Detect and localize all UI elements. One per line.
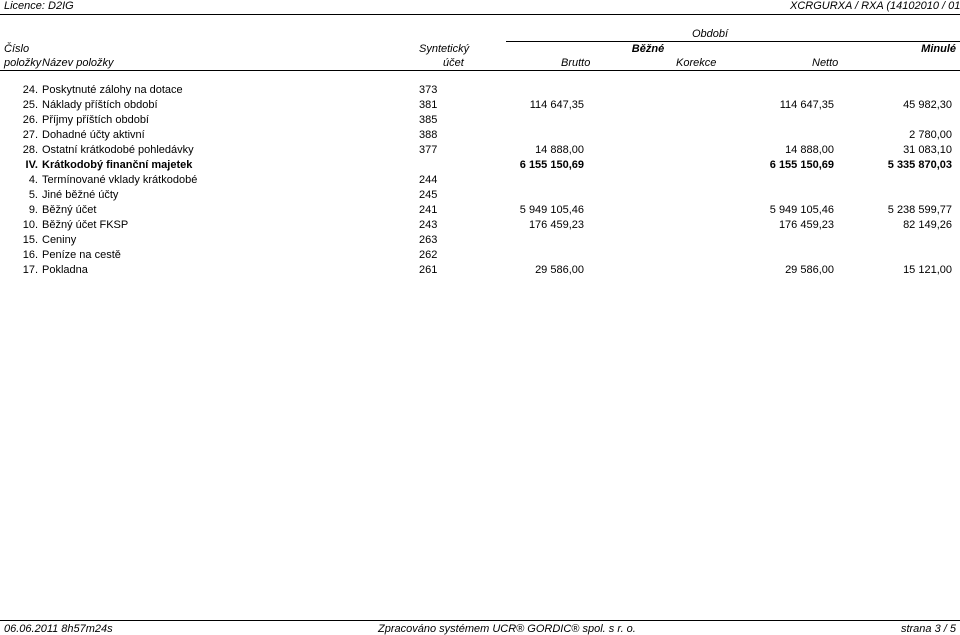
row-brutto: 6 155 150,69: [519, 159, 584, 171]
row-netto: 114 647,35: [779, 99, 834, 111]
row-number: 26.: [22, 114, 38, 126]
table-row: 27. Dohadné účty aktivní 388 2 780,00: [0, 128, 960, 142]
row-netto: 6 155 150,69: [769, 159, 834, 171]
footer-page: strana 3 / 5: [900, 623, 956, 635]
table-row: 25. Náklady příštích období 381 114 647,35 1…: [0, 98, 960, 112]
row-account: 385: [419, 114, 438, 126]
table-row: 26. Příjmy příštích období 385: [0, 113, 960, 127]
row-brutto: 176 459,23: [528, 219, 584, 231]
row-number: 25.: [22, 99, 38, 111]
row-account: 388: [419, 129, 438, 141]
table-row: 16. Peníze na cestě 262: [0, 248, 960, 262]
row-name: Náklady příštích období: [42, 99, 158, 111]
row-account: 245: [419, 189, 438, 201]
table-row: 4. Termínované vklady krátkodobé 244: [0, 173, 960, 187]
row-minule: 45 982,30: [903, 99, 952, 111]
row-brutto: 29 586,00: [535, 264, 584, 276]
column-header-obdobi: Období: [691, 28, 729, 40]
row-number: 9.: [28, 204, 38, 216]
report-code: XCRGURXA / RXA: [790, 0, 884, 12]
table-row: 15. Ceniny 263: [0, 233, 960, 247]
column-header-minule: Minulé: [921, 43, 956, 55]
row-name: Krátkodobý finanční majetek: [42, 159, 193, 171]
row-netto: 176 459,23: [778, 219, 834, 231]
row-netto: 5 949 105,46: [769, 204, 834, 216]
row-name: Běžný účet: [42, 204, 97, 216]
row-number: 10.: [22, 219, 38, 231]
column-header-bezne: Běžné: [631, 43, 665, 55]
row-name: Příjmy příštích období: [42, 114, 149, 126]
row-name: Dohadné účty aktivní: [42, 129, 145, 141]
column-header-brutto: Brutto: [561, 57, 591, 69]
row-account: 377: [419, 144, 438, 156]
column-header-synteticky: Syntetický: [419, 43, 470, 55]
table-row: 5. Jiné běžné účty 245: [0, 188, 960, 202]
table-row: 24. Poskytnuté zálohy na dotace 373: [0, 83, 960, 97]
row-account: 263: [419, 234, 438, 246]
row-netto: 14 888,00: [785, 144, 834, 156]
header-rule: [0, 14, 960, 15]
licence-label: Licence: D2IG: [4, 0, 74, 12]
table-row: 17. Pokladna 261 29 586,00 29 586,00 15 121,0…: [0, 263, 960, 277]
column-header-rule: [0, 70, 960, 71]
table-row: 10. Běžný účet FKSP 243 176 459,23 176 459,2…: [0, 218, 960, 232]
row-account: 241: [419, 204, 438, 216]
row-number: 17.: [22, 264, 38, 276]
row-minule: 5 335 870,03: [887, 159, 952, 171]
row-number: 28.: [22, 144, 38, 156]
row-brutto: 14 888,00: [535, 144, 584, 156]
table-row: 9. Běžný účet 241 5 949 105,46 5 949 105,46 5…: [0, 203, 960, 217]
table-row: 28. Ostatní krátkodobé pohledávky 377 14 88…: [0, 143, 960, 157]
table-row: IV. Krátkodobý finanční majetek 6 155 150,…: [0, 158, 960, 172]
obdobi-rule: [506, 41, 960, 42]
report-id: XCRGURXA / RXA (14102010 / 01012010): [790, 0, 960, 12]
report-dates: (14102010 / 01012010): [886, 0, 960, 12]
row-name: Poskytnuté zálohy na dotace: [42, 84, 183, 96]
column-header-ucet: účet: [443, 57, 464, 69]
row-name: Ceniny: [42, 234, 77, 246]
row-number: 16.: [22, 249, 38, 261]
column-header-nazev: Název položky: [42, 57, 114, 69]
row-name: Termínované vklady krátkodobé: [42, 174, 198, 186]
row-account: 261: [419, 264, 438, 276]
row-number: 24.: [22, 84, 38, 96]
row-brutto: 5 949 105,46: [519, 204, 584, 216]
row-number: 27.: [22, 129, 38, 141]
row-minule: 31 083,10: [903, 144, 952, 156]
column-header-polozky: položky: [4, 57, 42, 69]
row-netto: 29 586,00: [785, 264, 834, 276]
row-name: Pokladna: [42, 264, 88, 276]
row-minule: 82 149,26: [903, 219, 952, 231]
row-account: 381: [419, 99, 438, 111]
row-name: Jiné běžné účty: [42, 189, 119, 201]
row-account: 373: [419, 84, 438, 96]
row-number: IV.: [25, 159, 38, 171]
column-header-cislo: Číslo: [4, 43, 30, 55]
row-name: Peníze na cestě: [42, 249, 121, 261]
footer-datetime: 06.06.2011 8h57m24s: [4, 623, 113, 635]
row-brutto: 114 647,35: [529, 99, 584, 111]
row-number: 15.: [22, 234, 38, 246]
footer-rule: [0, 620, 960, 621]
row-number: 5.: [28, 189, 38, 201]
row-number: 4.: [28, 174, 38, 186]
row-minule: 15 121,00: [903, 264, 952, 276]
row-name: Běžný účet FKSP: [42, 219, 129, 231]
footer-processed: Zpracováno systémem UCR® GORDIC® spol. s…: [378, 623, 636, 635]
row-account: 262: [419, 249, 438, 261]
row-name: Ostatní krátkodobé pohledávky: [42, 144, 194, 156]
row-minule: 2 780,00: [909, 129, 952, 141]
row-account: 244: [419, 174, 438, 186]
row-minule: 5 238 599,77: [887, 204, 952, 216]
column-header-korekce: Korekce: [676, 57, 717, 69]
row-account: 243: [419, 219, 438, 231]
column-header-netto: Netto: [812, 57, 839, 69]
